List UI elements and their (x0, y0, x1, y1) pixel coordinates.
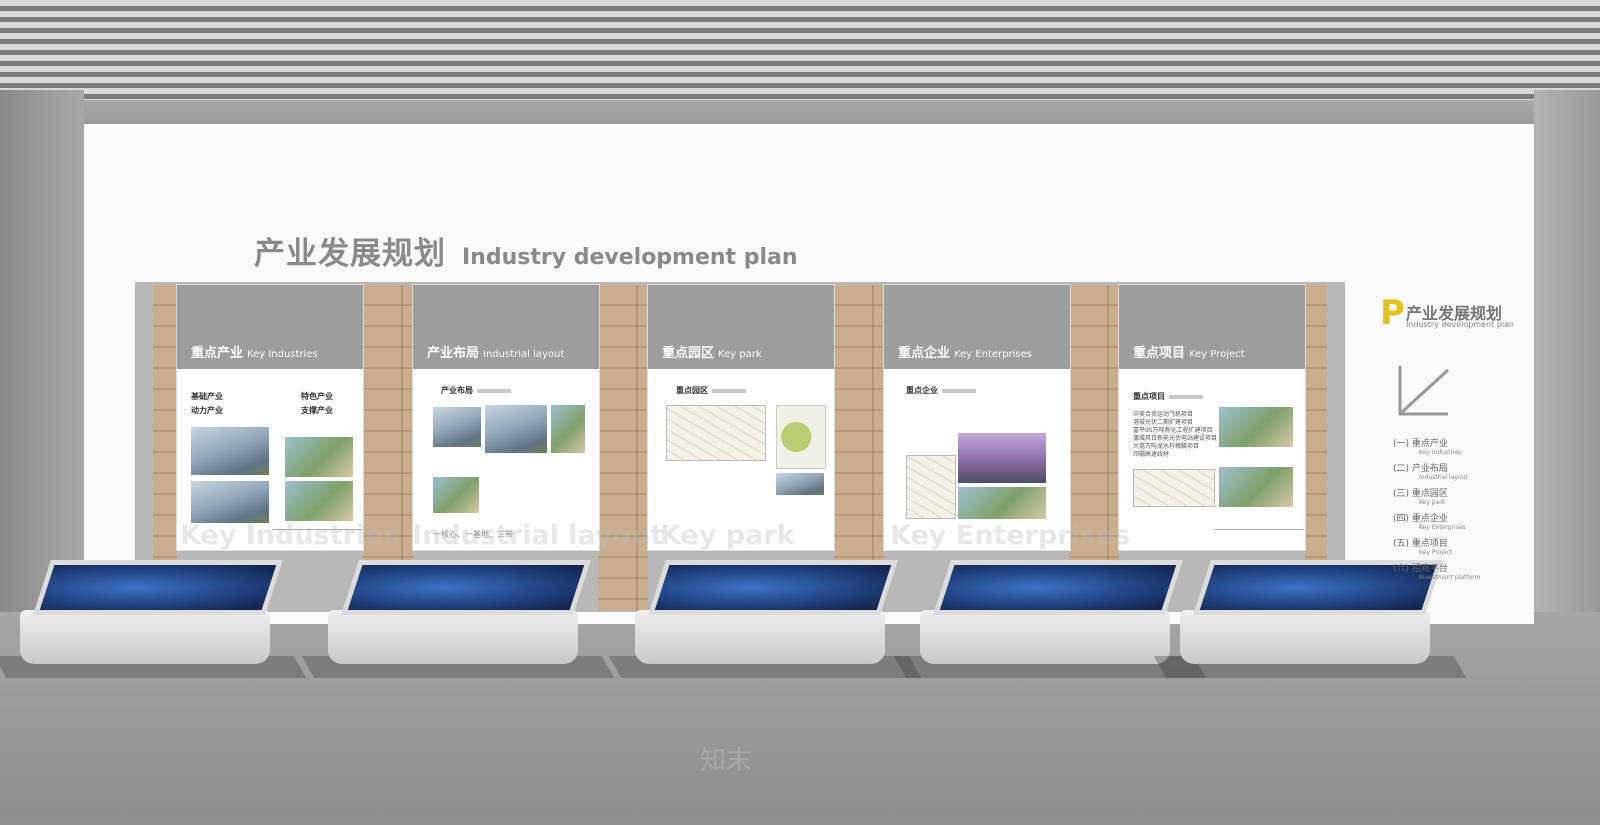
touch-kiosk[interactable] (608, 560, 922, 678)
kiosk-base (920, 610, 1170, 664)
panel-header: 重点项目 Key Project (1119, 285, 1305, 369)
panel-title: 重点园区 Key park (662, 346, 762, 361)
panel-key-project[interactable]: 重点项目 Key Project 重点项目 中美合资运动飞机项目 溶城光伏二期扩建… (1119, 285, 1305, 550)
layout-photo (433, 477, 479, 513)
panel-subhead: 重点项目 (1133, 391, 1293, 402)
project-item: 邓硼高速线材 (1133, 451, 1170, 458)
wall-title-en: Industry development plan (462, 245, 798, 270)
panel-header: 重点产业 Key Industries (177, 285, 363, 369)
kiosk-screen[interactable] (33, 560, 283, 615)
directory-item[interactable]: (六) 招商平台 Investment platform (1393, 561, 1533, 586)
touch-kiosk[interactable] (0, 560, 307, 678)
panel-title: 重点产业 Key Industries (191, 346, 318, 361)
project-list: 中美合资运动飞机项目 溶城光伏二期扩建项目 富平95万吨焦化工程扩建项目 蒲城风… (1133, 411, 1217, 459)
kiosk-base (635, 610, 885, 664)
panel-title: 重点企业 Key Enterprises (898, 346, 1032, 361)
kiosk-base (20, 610, 270, 664)
project-item: 大荔万吨龙水柠檬酸项目 (1133, 443, 1200, 450)
sign-title-en: Industry development plan (1406, 320, 1515, 329)
enterprise-map (906, 455, 956, 519)
directory-item[interactable]: (二) 产业布局 Industrial layout (1393, 461, 1533, 486)
reflection-text: Key Enterprises (890, 520, 1131, 551)
project-render (1219, 467, 1293, 507)
watermark: 知末 (700, 746, 753, 776)
project-item: 中美合资运动飞机项目 (1133, 411, 1194, 418)
panel-subhead: 重点园区 (676, 385, 822, 396)
corner-line (1203, 529, 1305, 542)
panel-title: 重点项目 Key Project (1133, 346, 1245, 361)
project-plan (1133, 469, 1215, 507)
wall-title-zh: 产业发展规划 (254, 236, 446, 272)
region-map (776, 405, 826, 469)
project-render (1219, 407, 1293, 447)
ceiling-edge (0, 100, 1600, 125)
industry-photo (191, 481, 269, 523)
layout-photo (551, 405, 585, 453)
panel-key-enterprises[interactable]: 重点企业 Key Enterprises 重点企业 (884, 285, 1070, 550)
project-item: 溶城光伏二期扩建项目 (1133, 419, 1194, 426)
park-photo (776, 473, 824, 495)
kiosk-screen[interactable] (933, 560, 1183, 615)
panel-header: 重点园区 Key park (648, 285, 834, 369)
enterprise-photo (958, 433, 1046, 483)
arrow-down-left-icon (1398, 366, 1450, 416)
reflection-text: Industrial layout (412, 520, 664, 551)
panel-key-industries[interactable]: 重点产业 Key Industries 基础产业 特色产业 动力产业 支撑产业 (177, 285, 363, 550)
directory-item[interactable]: (一) 重点产业 Key Industries (1393, 436, 1533, 461)
kiosk-screen[interactable] (341, 560, 591, 615)
touch-kiosk[interactable] (893, 560, 1207, 678)
kiosk-base (328, 610, 578, 664)
industry-photo (285, 437, 353, 477)
right-side-wall (1534, 90, 1600, 630)
panel-industrial-layout[interactable]: 产业布局 Industrial layout 产业布局 一核心、一基地、三带 (413, 285, 599, 550)
directory-item[interactable]: (五) 重点项目 Key Project (1393, 536, 1533, 561)
label-featured-industry: 特色产业 (301, 392, 333, 401)
directory-item[interactable]: (三) 重点园区 Key park (1393, 486, 1533, 511)
park-map (666, 405, 766, 461)
kiosk-base (1180, 610, 1430, 664)
exhibition-scene: 产业发展规划 Industry development plan 重点产业 Key… (0, 0, 1600, 825)
reflection-text: Key park (660, 520, 795, 551)
layout-photo (433, 407, 481, 447)
p-letter-logo: P (1380, 293, 1405, 333)
panel-subhead: 产业布局 (441, 385, 587, 396)
label-support-industry: 支撑产业 (301, 406, 333, 415)
project-item: 蒲城风日新能光伏电站建设项目 (1133, 435, 1218, 442)
panel-header: 产业布局 Industrial layout (413, 285, 599, 369)
enterprise-photo (958, 487, 1046, 519)
label-basic-industry: 基础产业 (191, 392, 223, 401)
industry-photo (285, 481, 353, 521)
panel-title: 产业布局 Industrial layout (427, 346, 565, 361)
label-driving-industry: 动力产业 (191, 406, 223, 415)
touch-kiosk[interactable] (301, 560, 615, 678)
wall-title: 产业发展规划 Industry development plan (254, 228, 798, 273)
panel-body: 重点项目 中美合资运动飞机项目 溶城光伏二期扩建项目 富平95万吨焦化工程扩建项… (1119, 369, 1305, 550)
panel-header: 重点企业 Key Enterprises (884, 285, 1070, 369)
panel-key-park[interactable]: 重点园区 Key park 重点园区 (648, 285, 834, 550)
reflection-text: Key Industries (180, 520, 400, 551)
project-item: 富平95万吨焦化工程扩建项目 (1133, 427, 1213, 434)
industry-photo (191, 427, 269, 475)
left-side-wall (0, 90, 84, 630)
directory-item[interactable]: (四) 重点企业 Key Enterprises (1393, 511, 1533, 536)
directory-list: (一) 重点产业 Key Industries (二) 产业布局 Industria… (1393, 436, 1533, 586)
layout-photo (485, 405, 547, 453)
panel-subhead: 重点企业 (906, 385, 1058, 396)
kiosk-screen[interactable] (648, 560, 898, 615)
